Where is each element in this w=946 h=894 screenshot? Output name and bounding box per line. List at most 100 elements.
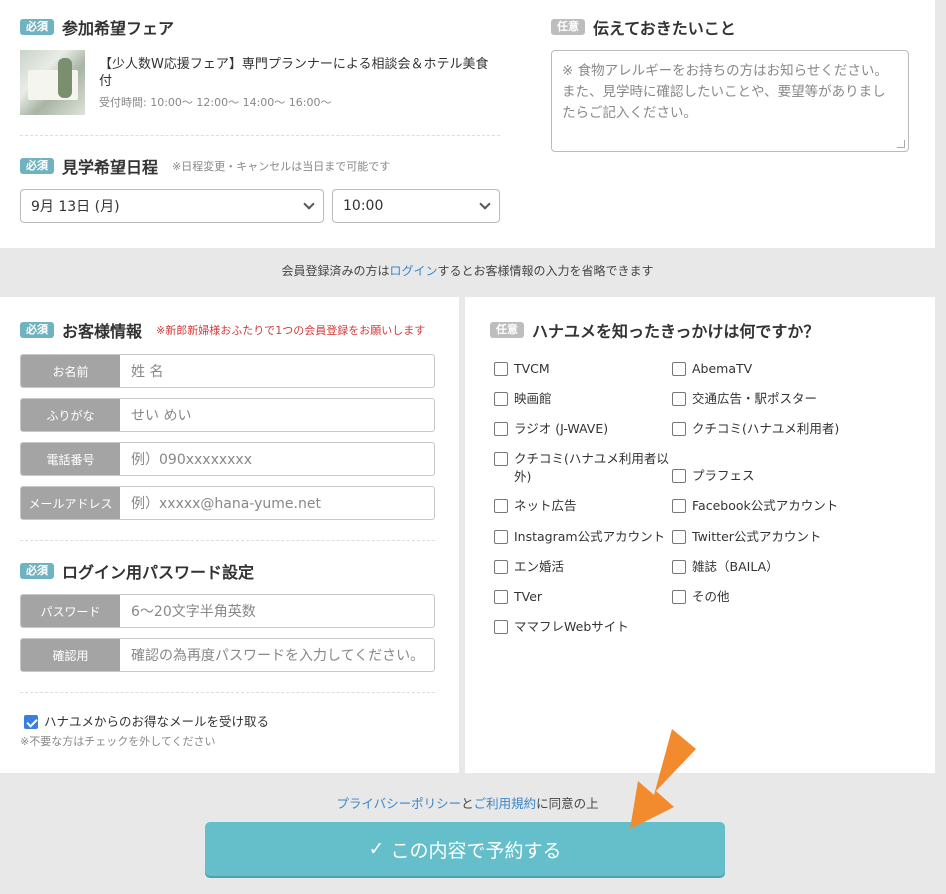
source-option[interactable]: クチコミ(ハナユメ利用者) — [672, 420, 839, 438]
option-label: クチコミ(ハナユメ利用者以外) — [514, 451, 669, 484]
checkbox-icon[interactable] — [672, 469, 686, 483]
checkbox-icon[interactable] — [672, 499, 686, 513]
optional-badge: 任意 — [490, 322, 524, 338]
date-value: 9月 13日 (月) — [31, 199, 120, 215]
source-option[interactable]: Facebook公式アカウント — [672, 497, 838, 515]
source-option[interactable]: 映画館 — [494, 390, 552, 408]
name-input[interactable]: 姓 名 — [120, 355, 434, 387]
source-option[interactable]: AbemaTV — [672, 360, 752, 378]
checkbox-icon[interactable] — [494, 499, 508, 513]
submit-label: この内容で予約する — [390, 839, 562, 862]
agreement-conjunction: と — [461, 796, 474, 811]
source-option[interactable]: Instagram公式アカウント — [494, 528, 665, 546]
source-option[interactable]: 雑誌（BAILA） — [672, 558, 779, 576]
checkbox-icon[interactable] — [672, 590, 686, 604]
checkbox-icon[interactable] — [494, 530, 508, 544]
checkbox-icon[interactable] — [494, 560, 508, 574]
password-input[interactable]: 6〜20文字半角英数 — [120, 595, 434, 627]
newsletter-checkbox[interactable]: ハナユメからのお得なメールを受け取る — [24, 713, 269, 731]
fair-hours: 受付時間: 10:00〜 12:00〜 14:00〜 16:00〜 — [99, 96, 332, 109]
source-option[interactable]: エン婚活 — [494, 558, 564, 576]
schedule-title: 見学希望日程 — [62, 158, 159, 177]
source-option[interactable]: Twitter公式アカウント — [672, 528, 821, 546]
fair-item: 【少人数W応援フェア】専門プランナーによる相談会＆ホテル美食付 受付時間: 10… — [20, 50, 500, 115]
checkbox-icon[interactable] — [494, 590, 508, 604]
option-label: ラジオ (J-WAVE) — [514, 421, 609, 436]
source-option[interactable]: クチコミ(ハナユメ利用者以外) — [490, 450, 670, 486]
password-section-title: 必須 ログイン用パスワード設定 — [20, 559, 254, 583]
option-label: 雑誌（BAILA） — [692, 559, 779, 574]
phone-input[interactable]: 例）090xxxxxxxx — [120, 443, 434, 475]
field-label: 確認用 — [21, 639, 120, 671]
fair-section-title: 必須 参加希望フェア — [20, 15, 174, 39]
checkbox-icon[interactable] — [672, 560, 686, 574]
source-option[interactable]: その他 — [672, 588, 730, 606]
password-confirm-field[interactable]: 確認用 確認の為再度パスワードを入力してください。 — [20, 638, 435, 672]
checkbox-icon[interactable] — [494, 362, 508, 376]
source-option[interactable]: ママフレWebサイト — [494, 618, 629, 636]
agreement-text: プライバシーポリシーとご利用規約に同意の上 — [0, 793, 935, 812]
checkbox-checked-icon[interactable] — [24, 715, 38, 729]
divider — [20, 540, 435, 541]
login-note-text: するとお客様情報の入力を省略できます — [437, 264, 654, 278]
phone-field[interactable]: 電話番号 例）090xxxxxxxx — [20, 442, 435, 476]
option-label: ネット広告 — [514, 498, 577, 513]
required-badge: 必須 — [20, 563, 54, 579]
source-title: ハナユメを知ったきっかけは何ですか？ — [532, 322, 820, 341]
required-badge: 必須 — [20, 19, 54, 35]
fair-name: 【少人数W応援フェア】専門プランナーによる相談会＆ホテル美食付 — [99, 57, 489, 89]
checkbox-icon[interactable] — [494, 620, 508, 634]
checkbox-icon[interactable] — [494, 392, 508, 406]
source-option[interactable]: TVer — [494, 588, 542, 606]
pointer-arrow-icon — [630, 729, 696, 829]
option-label: 映画館 — [514, 391, 552, 406]
required-badge: 必須 — [20, 322, 54, 338]
message-section-title: 任意 伝えておきたいこと — [551, 15, 736, 39]
password-confirm-input[interactable]: 確認の為再度パスワードを入力してください。 — [120, 639, 434, 671]
terms-link[interactable]: ご利用規約 — [474, 796, 537, 811]
checkbox-icon[interactable] — [494, 452, 508, 466]
checkbox-icon[interactable] — [672, 392, 686, 406]
chevron-down-icon — [479, 198, 491, 210]
option-label: ママフレWebサイト — [514, 619, 629, 634]
name-field[interactable]: お名前 姓 名 — [20, 354, 435, 388]
option-label: TVer — [514, 589, 543, 604]
source-option[interactable]: 交通広告・駅ポスター — [672, 390, 817, 408]
resize-grip-icon[interactable] — [897, 140, 905, 148]
source-option[interactable]: プラフェス — [672, 467, 755, 485]
source-option[interactable]: ラジオ (J-WAVE) — [494, 420, 608, 438]
date-select[interactable]: 9月 13日 (月) — [20, 189, 324, 223]
fair-title: 参加希望フェア — [62, 19, 175, 38]
checkbox-icon[interactable] — [672, 362, 686, 376]
option-label: Facebook公式アカウント — [692, 498, 839, 513]
checkbox-icon[interactable] — [494, 422, 508, 436]
schedule-note: ※日程変更・キャンセルは当日まで可能です — [172, 160, 391, 173]
field-label: パスワード — [21, 595, 120, 627]
optional-badge: 任意 — [551, 19, 585, 35]
checkbox-icon[interactable] — [672, 530, 686, 544]
divider — [20, 135, 500, 136]
furigana-input[interactable]: せい めい — [120, 399, 434, 431]
login-link[interactable]: ログイン — [389, 264, 437, 278]
privacy-policy-link[interactable]: プライバシーポリシー — [336, 796, 461, 811]
fair-thumbnail — [20, 50, 85, 115]
checkbox-icon[interactable] — [672, 422, 686, 436]
field-label: ふりがな — [21, 399, 120, 431]
email-field[interactable]: メールアドレス 例）xxxxx@hana-yume.net — [20, 486, 435, 520]
furigana-field[interactable]: ふりがな せい めい — [20, 398, 435, 432]
option-label: AbemaTV — [692, 361, 753, 376]
source-section-title: 任意 ハナユメを知ったきっかけは何ですか？ — [490, 318, 819, 342]
option-label: その他 — [692, 589, 730, 604]
source-option[interactable]: TVCM — [494, 360, 550, 378]
password-title: ログイン用パスワード設定 — [62, 563, 255, 582]
source-option[interactable]: ネット広告 — [494, 497, 577, 515]
message-textarea[interactable]: ※ 食物アレルギーをお持ちの方はお知らせください。また、見学時に確認したいことや… — [551, 50, 909, 152]
option-label: Instagram公式アカウント — [514, 529, 666, 544]
time-select[interactable]: 10:00 — [332, 189, 500, 223]
option-label: 交通広告・駅ポスター — [692, 391, 818, 406]
login-note-text: 会員登録済みの方は — [281, 264, 390, 278]
divider — [20, 692, 435, 693]
password-field[interactable]: パスワード 6〜20文字半角英数 — [20, 594, 435, 628]
email-input[interactable]: 例）xxxxx@hana-yume.net — [120, 487, 434, 519]
newsletter-label: ハナユメからのお得なメールを受け取る — [44, 714, 270, 729]
